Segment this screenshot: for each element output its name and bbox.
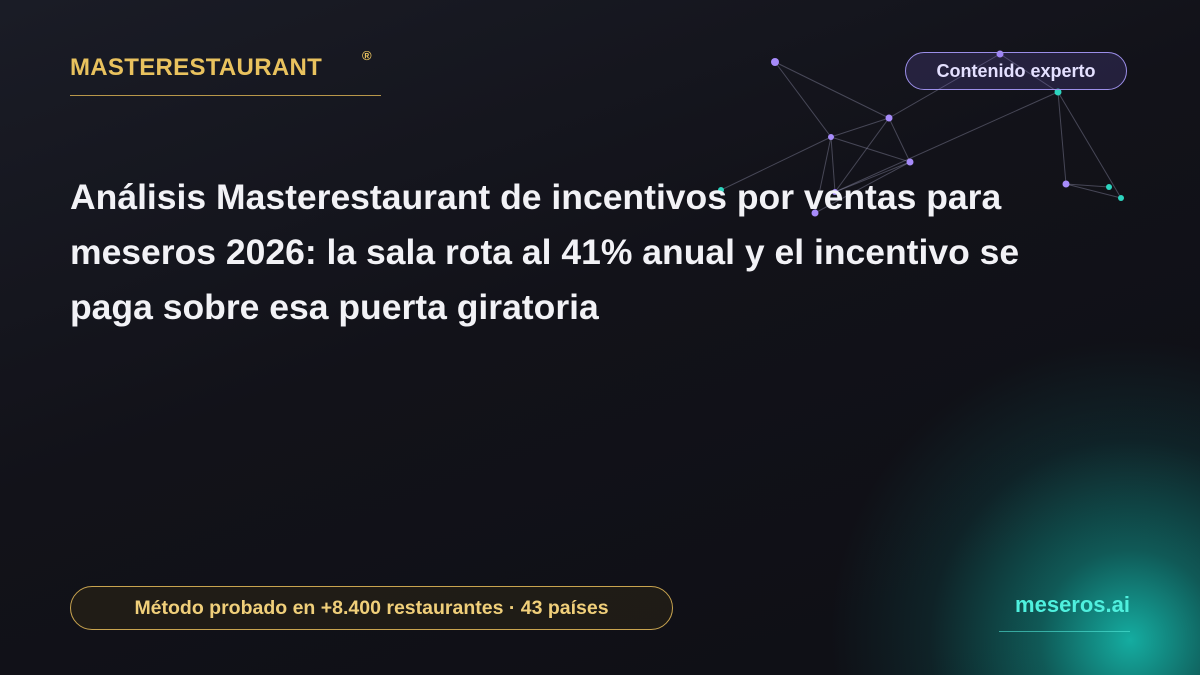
page-title: Análisis Masterestaurant de incentivos p…: [70, 177, 1020, 327]
registered-mark: ®: [362, 48, 372, 63]
expert-content-badge: Contenido experto: [905, 52, 1127, 90]
site-link[interactable]: meseros.ai: [999, 592, 1130, 632]
method-badge: Método probado en +8.400 restaurantes · …: [70, 586, 673, 630]
brand-logo: MASTERESTAURANT ®: [70, 48, 381, 96]
network-graph-icon: [718, 50, 1124, 217]
brand-name: MASTERESTAURANT: [70, 54, 323, 81]
